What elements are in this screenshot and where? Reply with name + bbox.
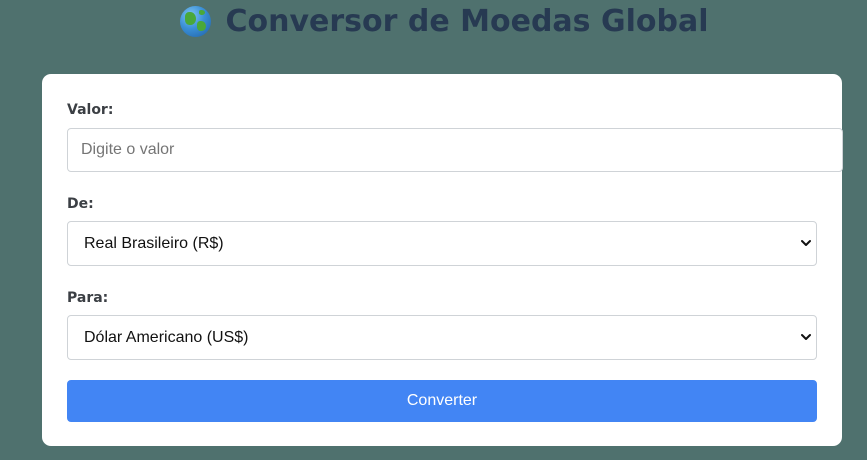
amount-input[interactable] <box>67 128 843 172</box>
convert-button[interactable]: Converter <box>67 380 817 422</box>
chevron-down-icon <box>801 333 811 340</box>
to-currency-value: Dólar Americano (US$) <box>84 328 249 346</box>
chevron-down-icon <box>801 239 811 246</box>
to-currency-label: Para: <box>67 290 109 306</box>
page-title: Conversor de Moedas Global <box>0 4 867 39</box>
globe-icon <box>180 6 212 37</box>
from-currency-label: De: <box>67 196 94 212</box>
converter-card: Valor: De: Real Brasileiro (R$) Para: Dó… <box>42 74 843 446</box>
page-title-text: Conversor de Moedas Global <box>225 4 709 39</box>
amount-label: Valor: <box>67 102 114 118</box>
from-currency-value: Real Brasileiro (R$) <box>84 234 224 252</box>
from-currency-select[interactable]: Real Brasileiro (R$) <box>67 221 817 266</box>
to-currency-select[interactable]: Dólar Americano (US$) <box>67 315 817 360</box>
